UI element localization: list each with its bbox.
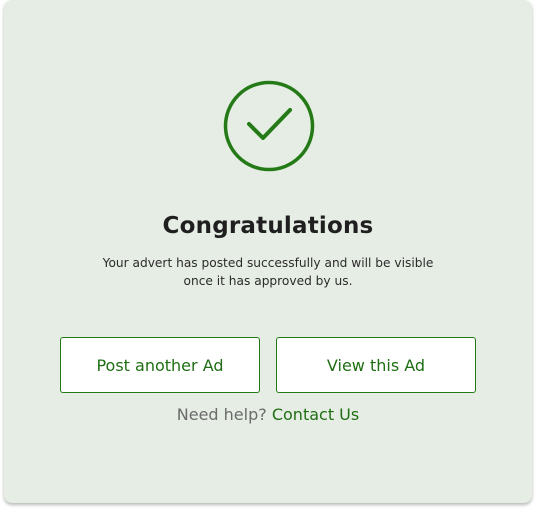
help-prompt: Need help? (176, 405, 267, 424)
check-circle-icon (223, 80, 315, 172)
success-message-line-2: once it has approved by us. (183, 274, 353, 288)
view-this-ad-button[interactable]: View this Ad (276, 337, 476, 393)
success-message: Your advert has posted successfully and … (4, 254, 532, 290)
post-another-ad-button[interactable]: Post another Ad (60, 337, 260, 393)
help-section: Need help? Contact Us (4, 405, 532, 424)
contact-us-link[interactable]: Contact Us (272, 405, 359, 424)
success-title: Congratulations (162, 213, 374, 239)
success-card: Congratulations Your advert has posted s… (4, 0, 532, 503)
success-message-line-1: Your advert has posted successfully and … (102, 256, 434, 270)
